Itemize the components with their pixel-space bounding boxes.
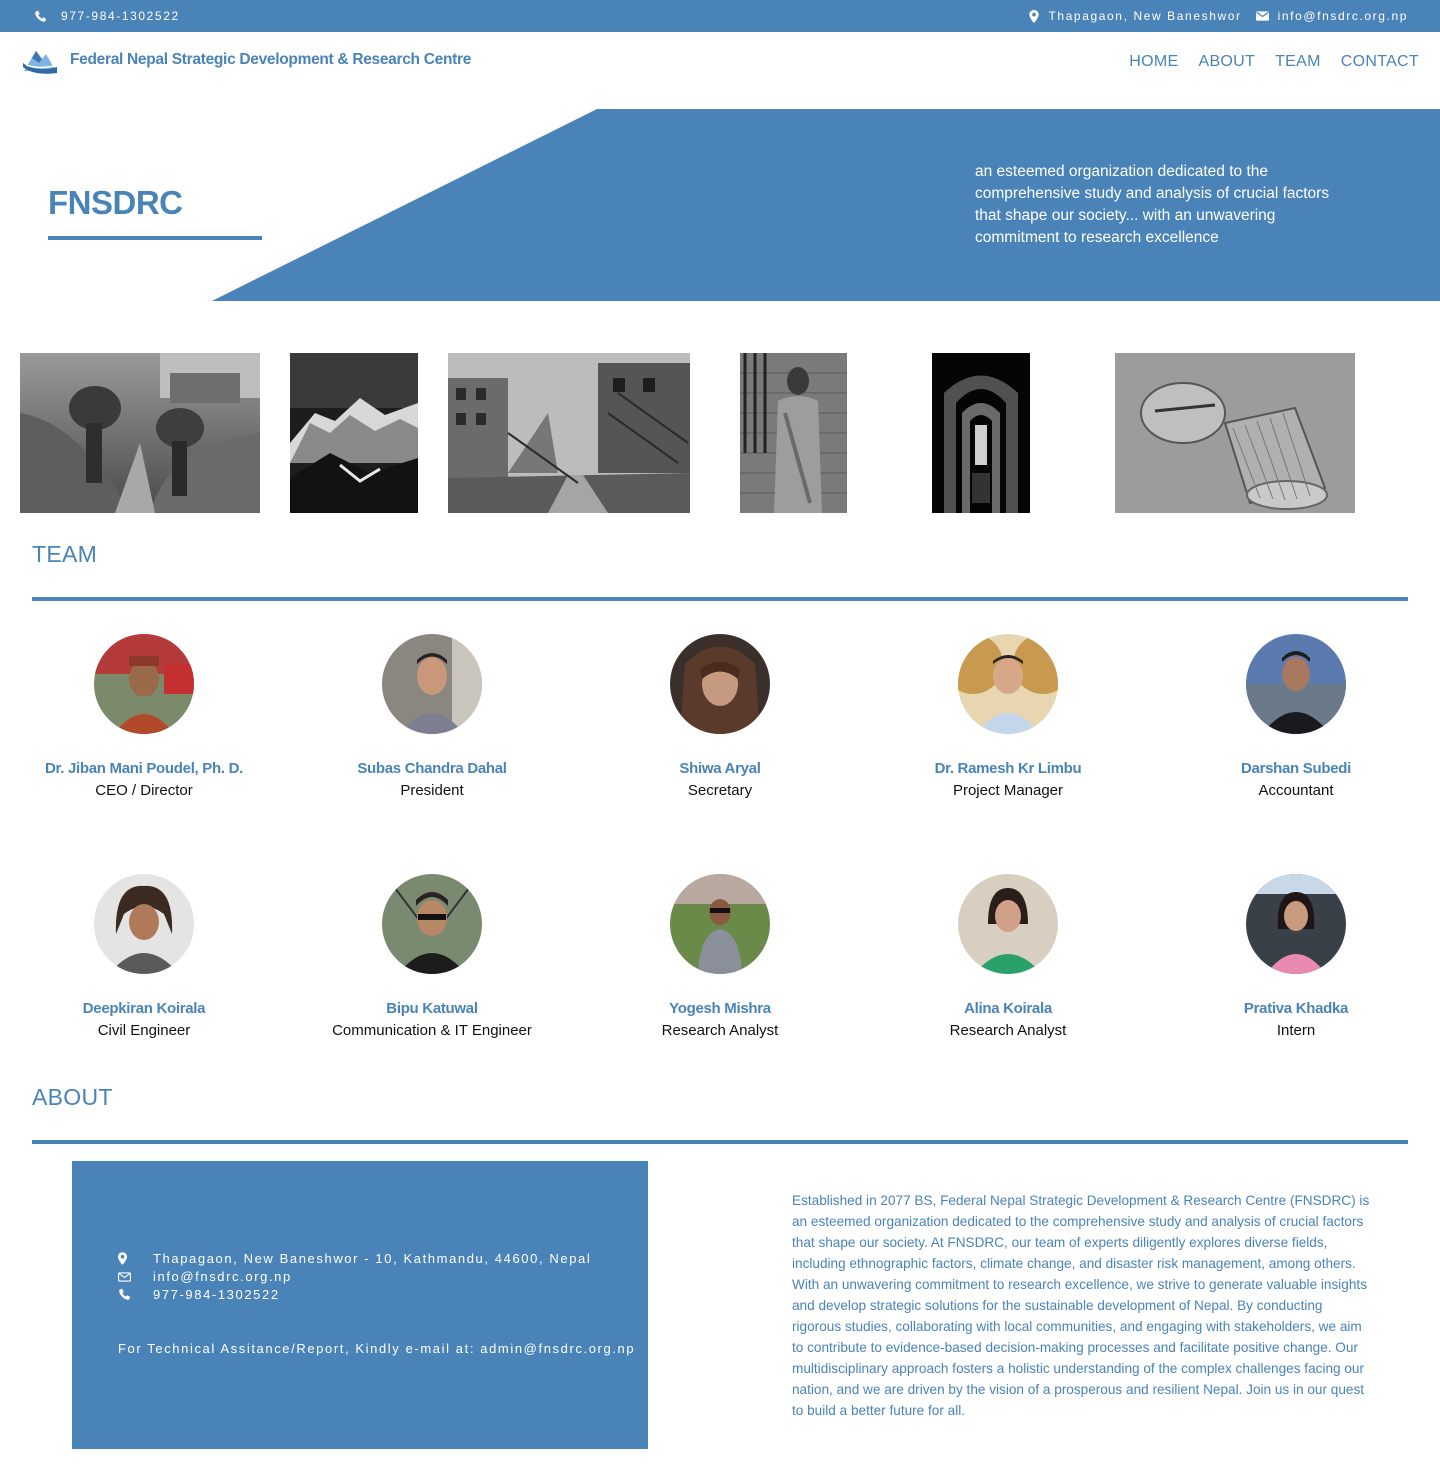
team-member[interactable]: Subas Chandra Dahal President <box>288 634 576 799</box>
topbar-phone-text: 977-984-1302522 <box>61 9 180 23</box>
main-nav: HOME ABOUT TEAM CONTACT <box>1109 53 1419 71</box>
team-member[interactable]: Dr. Ramesh Kr Limbu Project Manager <box>864 634 1152 799</box>
about-rule <box>32 1140 1408 1144</box>
member-role: Secretary <box>687 782 753 799</box>
topbar-email-text: info@fnsdrc.org.np <box>1277 9 1408 23</box>
member-name: Shiwa Aryal <box>679 760 761 777</box>
avatar <box>670 634 770 734</box>
avatar <box>1246 874 1346 974</box>
team-member[interactable]: Yogesh Mishra Research Analyst <box>576 874 864 1039</box>
member-name: Dr. Ramesh Kr Limbu <box>934 760 1082 777</box>
contact-email[interactable]: info@fnsdrc.org.np <box>118 1269 292 1284</box>
nav-about[interactable]: ABOUT <box>1198 53 1255 71</box>
about-heading: ABOUT <box>32 1084 113 1110</box>
envelope-icon <box>118 1271 131 1282</box>
hero-banner: FNSDRC an esteemed organization dedicate… <box>0 109 1440 301</box>
gallery-photo-drum[interactable] <box>1115 353 1355 513</box>
member-role: CEO / Director <box>95 782 193 799</box>
topbar-email[interactable]: info@fnsdrc.org.np <box>1255 9 1408 23</box>
team-member[interactable]: Bipu Katuwal Communication & IT Engineer <box>288 874 576 1039</box>
contact-box: Thapagaon, New Baneshwor - 10, Kathmandu… <box>72 1161 648 1449</box>
member-role: Project Manager <box>952 782 1064 799</box>
phone-icon <box>119 1288 131 1300</box>
topbar-address-text: Thapagaon, New Baneshwor <box>1048 9 1242 23</box>
hero-title-underline <box>48 236 262 240</box>
gallery-photo-porters[interactable] <box>20 353 260 513</box>
member-role: Communication & IT Engineer <box>332 1022 532 1039</box>
team-rule <box>32 597 1408 601</box>
member-name: Darshan Subedi <box>1241 760 1351 777</box>
avatar <box>94 874 194 974</box>
avatar <box>670 874 770 974</box>
member-name: Deepkiran Koirala <box>82 1000 206 1017</box>
topbar-address: Thapagaon, New Baneshwor <box>1029 9 1241 23</box>
about-description: Established in 2077 BS, Federal Nepal St… <box>792 1193 1370 1418</box>
contact-phone[interactable]: 977-984-1302522 <box>118 1287 280 1302</box>
hero-title: FNSDRC <box>48 184 183 221</box>
member-role: Accountant <box>1258 782 1334 799</box>
avatar <box>94 634 194 734</box>
team-member[interactable]: Darshan Subedi Accountant <box>1152 634 1440 799</box>
nav-contact[interactable]: CONTACT <box>1341 53 1419 71</box>
contact-email-text: info@fnsdrc.org.np <box>153 1269 292 1284</box>
map-marker-icon <box>118 1252 127 1265</box>
nav-home[interactable]: HOME <box>1129 53 1178 71</box>
team-member[interactable]: Alina Koirala Research Analyst <box>864 874 1152 1039</box>
contact-phone-text: 977-984-1302522 <box>153 1287 280 1302</box>
avatar <box>958 874 1058 974</box>
team-member[interactable]: Dr. Jiban Mani Poudel, Ph. D. CEO / Dire… <box>0 634 288 799</box>
phone-icon <box>35 10 47 22</box>
topbar-phone[interactable]: 977-984-1302522 <box>34 9 180 23</box>
member-name: Subas Chandra Dahal <box>357 760 507 777</box>
member-name: Prativa Khadka <box>1243 1000 1349 1017</box>
team-member[interactable]: Prativa Khadka Intern <box>1152 874 1440 1039</box>
member-role: Research Analyst <box>949 1022 1067 1039</box>
contact-address-text: Thapagaon, New Baneshwor - 10, Kathmandu… <box>153 1251 592 1266</box>
team-member[interactable]: Shiwa Aryal Secretary <box>576 634 864 799</box>
avatar <box>382 634 482 734</box>
member-name: Dr. Jiban Mani Poudel, Ph. D. <box>45 760 243 777</box>
member-name: Yogesh Mishra <box>669 1000 771 1017</box>
brand-name[interactable]: Federal Nepal Strategic Development & Re… <box>70 51 471 69</box>
member-role: Research Analyst <box>661 1022 779 1039</box>
team-heading: TEAM <box>32 541 98 567</box>
avatar <box>958 634 1058 734</box>
top-bar: 977-984-1302522 Thapagaon, New Baneshwor… <box>0 0 1440 32</box>
team-member[interactable]: Deepkiran Koirala Civil Engineer <box>0 874 288 1039</box>
gallery-photo-monk[interactable] <box>740 353 847 513</box>
member-role: Civil Engineer <box>97 1022 191 1039</box>
navbar: Federal Nepal Strategic Development & Re… <box>0 32 1440 109</box>
avatar <box>382 874 482 974</box>
map-marker-icon <box>1029 9 1040 23</box>
gallery-photo-corridor[interactable] <box>932 353 1030 513</box>
envelope-icon <box>1255 11 1269 21</box>
logo[interactable] <box>22 45 58 75</box>
member-name: Alina Koirala <box>964 1000 1052 1017</box>
gallery-photo-ruins[interactable] <box>448 353 690 513</box>
member-name: Bipu Katuwal <box>386 1000 478 1017</box>
member-role: President <box>400 782 464 799</box>
avatar <box>1246 634 1346 734</box>
hero-tagline: an esteemed organization dedicated to th… <box>975 163 1330 246</box>
member-role: Intern <box>1276 1022 1316 1039</box>
nav-team[interactable]: TEAM <box>1275 53 1321 71</box>
contact-address: Thapagaon, New Baneshwor - 10, Kathmandu… <box>118 1251 591 1266</box>
gallery-photo-mountains[interactable] <box>290 353 418 513</box>
technical-assistance-note: For Technical Assitance/Report, Kindly e… <box>118 1341 636 1356</box>
